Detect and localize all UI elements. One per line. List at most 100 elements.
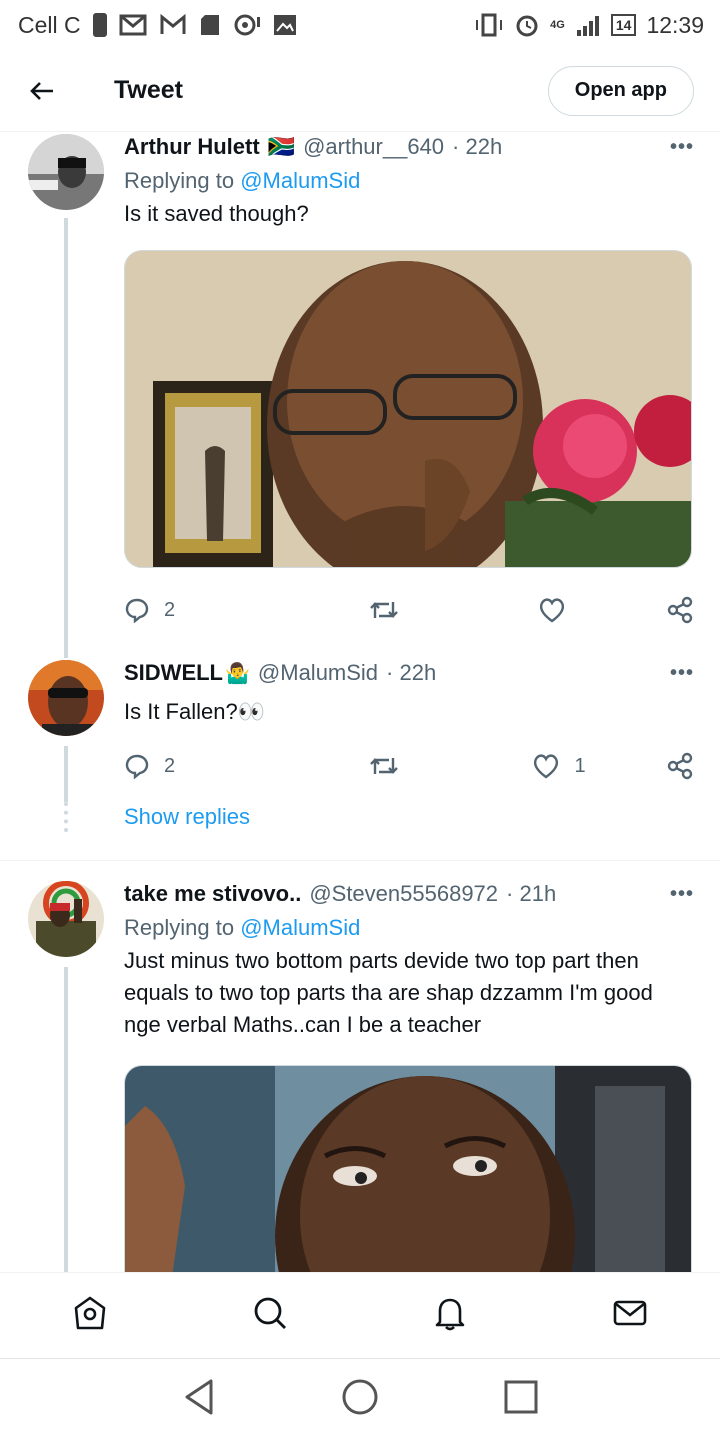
thread-line xyxy=(64,967,68,1272)
triangle-back-icon xyxy=(185,1379,213,1415)
arrow-left-icon xyxy=(30,81,53,100)
replying-to-link[interactable]: @MalumSid xyxy=(240,168,360,193)
retweet-icon xyxy=(370,758,398,774)
author-handle[interactable]: @Steven55568972 xyxy=(309,881,498,907)
tweet-time: · 22h xyxy=(386,660,437,685)
nav-home[interactable] xyxy=(71,1294,109,1337)
mail-icon xyxy=(119,14,147,36)
author-handle[interactable]: @MalumSid xyxy=(258,660,378,686)
share-icon xyxy=(667,596,693,624)
country-flag: 🇿🇦 xyxy=(267,134,296,159)
hotspot-icon xyxy=(234,14,260,36)
author-name[interactable]: Arthur Hulett xyxy=(124,134,260,160)
top-app-bar: Tweet Open app xyxy=(0,50,720,132)
tweet-time: · 22h xyxy=(452,134,503,159)
tweet-card[interactable]: Arthur Hulett 🇿🇦 @arthur__640 · 22h ••• … xyxy=(0,132,720,658)
square-recents-icon xyxy=(504,1380,538,1414)
tweet-meta: SIDWELL 🤷‍♂️ @MalumSid · 22h ••• xyxy=(124,660,694,686)
avatar[interactable] xyxy=(28,881,104,957)
open-app-button[interactable]: Open app xyxy=(547,65,694,116)
avatar-image xyxy=(28,134,104,210)
retweet-action[interactable] xyxy=(304,598,464,622)
system-recents-button[interactable] xyxy=(503,1379,539,1420)
avatar[interactable] xyxy=(28,134,104,210)
like-count: 1 xyxy=(574,754,586,777)
battery-level: 14 xyxy=(610,14,637,36)
replying-to: Replying to @MalumSid xyxy=(124,168,694,194)
system-nav-bar xyxy=(0,1358,720,1440)
more-options-icon[interactable]: ••• xyxy=(670,883,694,906)
search-icon xyxy=(254,1297,286,1329)
author-handle[interactable]: @arthur__640 xyxy=(303,134,444,160)
signal-icon xyxy=(576,16,599,36)
replying-to-prefix: Replying to xyxy=(124,915,235,940)
heart-icon xyxy=(539,598,565,623)
replying-to-prefix: Replying to xyxy=(124,168,235,193)
reply-count: 2 xyxy=(164,754,176,777)
photo-man-thinking xyxy=(125,251,691,567)
reply-count: 2 xyxy=(164,598,176,621)
carrier-label: Cell C xyxy=(18,11,81,38)
show-replies-row: Show replies xyxy=(64,786,694,850)
vibrate-icon xyxy=(476,13,503,37)
nav-messages[interactable] xyxy=(611,1294,649,1337)
battery-alert-icon xyxy=(92,13,107,37)
tweet-card[interactable]: SIDWELL 🤷‍♂️ @MalumSid · 22h ••• Is It F… xyxy=(0,630,720,850)
like-action[interactable]: 1 xyxy=(464,753,654,779)
replying-to-link[interactable]: @MalumSid xyxy=(240,915,360,940)
reply-icon xyxy=(125,754,149,779)
avatar-image xyxy=(28,881,104,957)
reply-action[interactable]: 2 xyxy=(124,753,304,779)
avatar-image xyxy=(28,660,104,736)
retweet-action[interactable] xyxy=(304,754,464,778)
tweet-text: Is it saved though? xyxy=(124,201,309,226)
image-icon xyxy=(273,15,296,35)
retweet-icon xyxy=(370,602,398,618)
reply-icon xyxy=(125,598,149,623)
nav-notifications[interactable] xyxy=(431,1294,469,1337)
system-back-button[interactable] xyxy=(181,1377,217,1422)
circle-home-icon xyxy=(342,1379,378,1415)
reply-action[interactable]: 2 xyxy=(124,597,304,623)
photo-child-side-eye xyxy=(125,1066,691,1272)
share-action[interactable] xyxy=(666,752,694,780)
tweet-actions: 2 1 xyxy=(124,746,694,786)
bell-icon xyxy=(435,1298,465,1331)
tweet-text: Just minus two bottom parts devide two t… xyxy=(124,948,653,1037)
nav-search[interactable] xyxy=(251,1294,289,1337)
tweet-text: Is It Fallen?👀 xyxy=(124,699,266,724)
more-options-icon[interactable]: ••• xyxy=(670,136,694,159)
thread-line xyxy=(64,746,68,802)
show-replies-link[interactable]: Show replies xyxy=(124,786,694,830)
network-type-label: 4G xyxy=(550,19,565,31)
avatar[interactable] xyxy=(28,660,104,736)
thread-line xyxy=(64,218,68,658)
author-name[interactable]: take me stivovo.. xyxy=(124,881,301,907)
system-home-button[interactable] xyxy=(340,1377,380,1422)
tweet-meta: Arthur Hulett 🇿🇦 @arthur__640 · 22h ••• xyxy=(124,134,694,160)
tweet-image[interactable] xyxy=(124,1065,692,1272)
shrug-emoji: 🤷‍♂️ xyxy=(225,662,250,685)
replying-to: Replying to @MalumSid xyxy=(124,915,694,941)
status-bar: Cell C 4G 14 12:39 xyxy=(0,0,720,50)
home-icon xyxy=(74,1296,106,1330)
more-options-icon[interactable]: ••• xyxy=(670,662,694,685)
tweet-card[interactable]: take me stivovo.. @Steven55568972 · 21h … xyxy=(0,861,720,1272)
bottom-nav xyxy=(0,1272,720,1358)
tweet-actions: 2 xyxy=(124,590,694,630)
gmail-icon xyxy=(160,14,186,34)
author-name[interactable]: SIDWELL xyxy=(124,660,223,686)
tweet-meta: take me stivovo.. @Steven55568972 · 21h … xyxy=(124,881,694,907)
envelope-icon xyxy=(613,1300,647,1326)
thread-dots xyxy=(64,802,68,832)
sd-card-icon xyxy=(200,15,219,35)
tweet-image[interactable] xyxy=(124,250,692,568)
page-title: Tweet xyxy=(114,76,183,104)
share-action[interactable] xyxy=(666,596,694,624)
clock: 12:39 xyxy=(646,11,704,38)
like-action[interactable] xyxy=(464,597,654,623)
tweet-time: · 21h xyxy=(506,881,557,906)
back-button[interactable] xyxy=(22,71,62,111)
reply-feed: Arthur Hulett 🇿🇦 @arthur__640 · 22h ••• … xyxy=(0,132,720,1272)
alarm-icon xyxy=(516,15,538,37)
